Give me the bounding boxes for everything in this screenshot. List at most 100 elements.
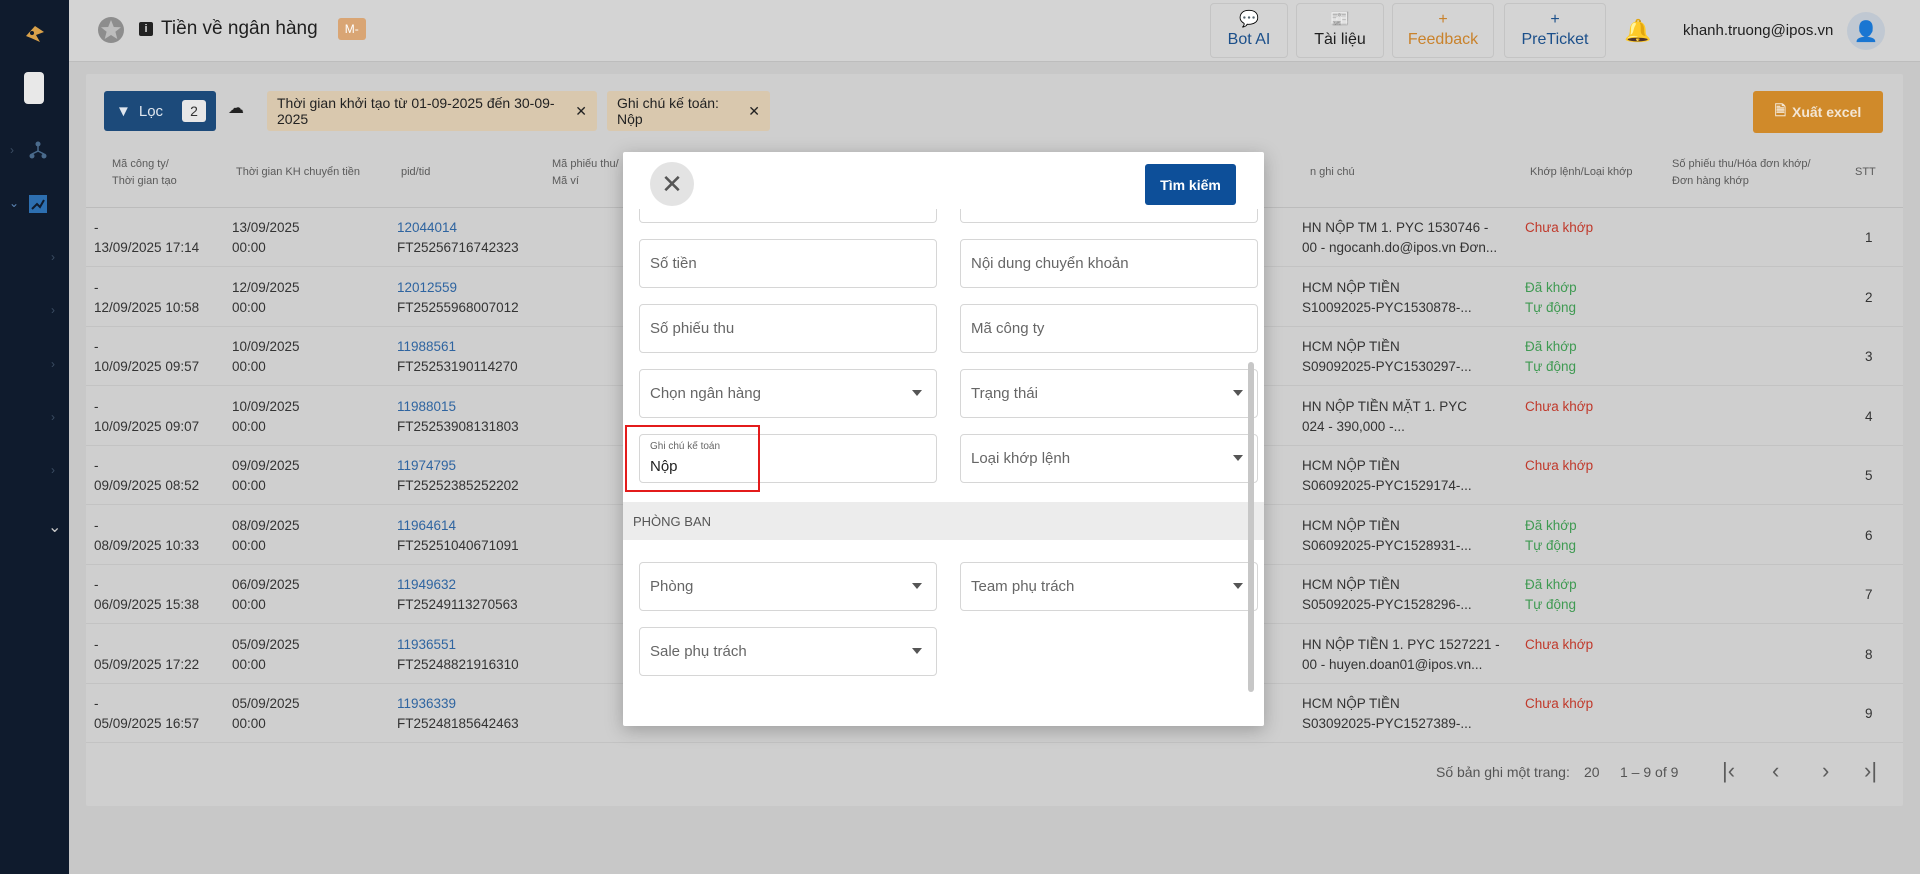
bell-icon[interactable]: 🔔 xyxy=(1624,18,1651,44)
chevron-down-icon[interactable]: ⌄ xyxy=(48,517,61,537)
cell-text: 05/09/2025 17:22 xyxy=(94,656,200,672)
first-page-icon[interactable]: |‹ xyxy=(1722,758,1735,784)
preticket-button[interactable]: + PreTicket xyxy=(1504,3,1606,58)
close-icon[interactable]: ✕ xyxy=(575,103,587,120)
field-partial[interactable] xyxy=(639,209,937,223)
filter-count-badge: 2 xyxy=(182,100,206,122)
chevron-right-icon[interactable]: › xyxy=(51,410,55,424)
row-number: 5 xyxy=(1865,468,1873,483)
table-cell: Đã khớp Tự động xyxy=(1525,278,1577,318)
company-badge[interactable]: M- xyxy=(337,18,366,40)
cell-text: HCM NỘP TIỀN xyxy=(1302,458,1400,473)
cell-text: HCM NỘP TIỀN xyxy=(1302,339,1400,354)
table-cell: - 06/09/2025 15:38 xyxy=(94,575,199,615)
cell-text: S09092025-PYC1530297-... xyxy=(1302,359,1472,374)
col-pid[interactable]: pid/tid xyxy=(401,164,430,181)
chevron-down-icon[interactable]: ⌄ xyxy=(9,196,19,210)
col-match[interactable]: Khớp lệnh/Loại khớp xyxy=(1530,164,1633,181)
pid-link[interactable]: 11936339 xyxy=(397,694,519,714)
team-select[interactable]: Team phụ trách xyxy=(960,562,1258,611)
table-cell: 05/09/2025 00:00 xyxy=(232,635,300,675)
pid-link[interactable]: 11988015 xyxy=(397,397,519,417)
filter-chip-date[interactable]: Thời gian khởi tạo từ 01-09-2025 đến 30-… xyxy=(267,91,597,131)
table-cell: 06/09/2025 00:00 xyxy=(232,575,300,615)
pid-link[interactable]: 11964614 xyxy=(397,516,519,536)
cell-text: 05/09/2025 16:57 xyxy=(94,716,200,731)
sale-select[interactable]: Sale phụ trách xyxy=(639,627,937,676)
table-cell: 05/09/2025 00:00 xyxy=(232,694,300,734)
filter-chip-note[interactable]: Ghi chú kế toán: Nộp ✕ xyxy=(607,91,770,131)
table-cell: 11936339 FT25248185642463 xyxy=(397,694,519,734)
chevron-right-icon[interactable]: › xyxy=(51,463,55,477)
avatar[interactable]: 👤 xyxy=(1847,12,1885,50)
col-receipt[interactable]: Mã phiếu thu/ Mã ví xyxy=(552,156,619,190)
export-excel-button[interactable]: 🗎 Xuất excel xyxy=(1753,91,1883,133)
bot-ai-button[interactable]: 💬 Bot AI xyxy=(1210,3,1288,58)
company-code-field[interactable]: Mã công ty xyxy=(960,304,1258,353)
row-number: 2 xyxy=(1865,289,1873,305)
filter-button[interactable]: ▼ Lọc 2 xyxy=(104,91,216,131)
cell-text: - xyxy=(94,577,99,592)
amount-field[interactable]: Số tiền xyxy=(639,239,937,288)
sidebar-collapsed-item[interactable] xyxy=(24,72,44,104)
cell-text: 024 - 390,000 -... xyxy=(1302,418,1405,434)
pid-link[interactable]: 11988561 xyxy=(397,337,518,357)
chevron-right-icon[interactable]: › xyxy=(51,357,55,371)
cell-text: - xyxy=(94,696,99,711)
user-icon: 👤 xyxy=(1853,20,1879,43)
table-cell: 11936551 FT25248821916310 xyxy=(397,635,519,675)
pid-link[interactable]: 11936551 xyxy=(397,635,519,655)
star-logo-icon xyxy=(98,17,124,43)
col-stt[interactable]: STT xyxy=(1855,164,1876,181)
col-note[interactable]: n ghi chú xyxy=(1310,164,1355,181)
table-cell: HN NỘP TIỀN 1. PYC 1527221 - 00 - huyen.d… xyxy=(1302,635,1500,675)
col-company[interactable]: Mã công ty/ Thời gian tạo xyxy=(112,156,177,190)
close-button[interactable]: ✕ xyxy=(650,162,694,206)
receipt-number-field[interactable]: Số phiếu thu xyxy=(639,304,937,353)
rows-per-page-select[interactable]: 20 xyxy=(1584,764,1600,780)
cell-text: 00:00 xyxy=(232,478,266,493)
transfer-content-field[interactable]: Nội dung chuyển khoản xyxy=(960,239,1258,288)
info-icon[interactable]: i xyxy=(139,22,153,36)
col-order[interactable]: Số phiếu thu/Hóa đơn khớp/ Đơn hàng khớp xyxy=(1672,156,1811,190)
cell-text: FT25252385252202 xyxy=(397,478,519,493)
cell-text: FT25256716742323 xyxy=(397,240,519,255)
chevron-down-icon xyxy=(912,390,922,396)
cloud-download-icon[interactable]: ☁ xyxy=(228,98,244,118)
table-cell: Đã khớp Tự động xyxy=(1525,575,1577,615)
modal-scrollbar[interactable] xyxy=(1248,362,1254,692)
last-page-icon[interactable]: ›| xyxy=(1864,758,1877,784)
bank-select[interactable]: Chọn ngân hàng xyxy=(639,369,937,418)
field-partial[interactable] xyxy=(960,209,1258,223)
chevron-down-icon xyxy=(1233,583,1243,589)
pid-link[interactable]: 11974795 xyxy=(397,456,519,476)
table-cell: Chưa khớp xyxy=(1525,218,1593,238)
cell-text: - xyxy=(94,398,99,414)
search-button[interactable]: Tìm kiếm xyxy=(1145,164,1236,205)
status-select[interactable]: Trạng thái xyxy=(960,369,1258,418)
user-email[interactable]: khanh.truong@ipos.vn xyxy=(1683,22,1833,39)
pid-link[interactable]: 12044014 xyxy=(397,218,519,238)
docs-button[interactable]: 📰 Tài liệu xyxy=(1296,3,1384,58)
match-type-select[interactable]: Loại khớp lệnh xyxy=(960,434,1258,483)
table-cell: Đã khớp Tự động xyxy=(1525,337,1577,377)
chevron-right-icon[interactable]: › xyxy=(51,303,55,317)
col-transfer-time[interactable]: Thời gian KH chuyển tiền xyxy=(236,164,360,181)
chevron-right-icon[interactable]: › xyxy=(10,143,14,157)
chevron-right-icon[interactable]: › xyxy=(51,250,55,264)
cell-text: 10/09/2025 xyxy=(232,339,300,354)
table-cell: HCM NỘP TIỀN S05092025-PYC1528296-... xyxy=(1302,575,1472,615)
chart-icon[interactable] xyxy=(28,194,48,214)
app-logo-icon[interactable] xyxy=(22,22,48,48)
next-page-icon[interactable]: › xyxy=(1822,758,1829,784)
pid-link[interactable]: 12012559 xyxy=(397,278,519,298)
network-icon[interactable] xyxy=(28,140,48,160)
department-select[interactable]: Phòng xyxy=(639,562,937,611)
prev-page-icon[interactable]: ‹ xyxy=(1772,758,1779,784)
pid-link[interactable]: 11949632 xyxy=(397,575,518,595)
rows-per-page-label: Số bản ghi một trang: xyxy=(1436,764,1570,780)
feedback-button[interactable]: + Feedback xyxy=(1392,3,1494,58)
close-icon[interactable]: ✕ xyxy=(748,103,760,120)
table-cell: Đã khớp Tự động xyxy=(1525,516,1577,556)
cell-text: 09/09/2025 08:52 xyxy=(94,478,200,493)
